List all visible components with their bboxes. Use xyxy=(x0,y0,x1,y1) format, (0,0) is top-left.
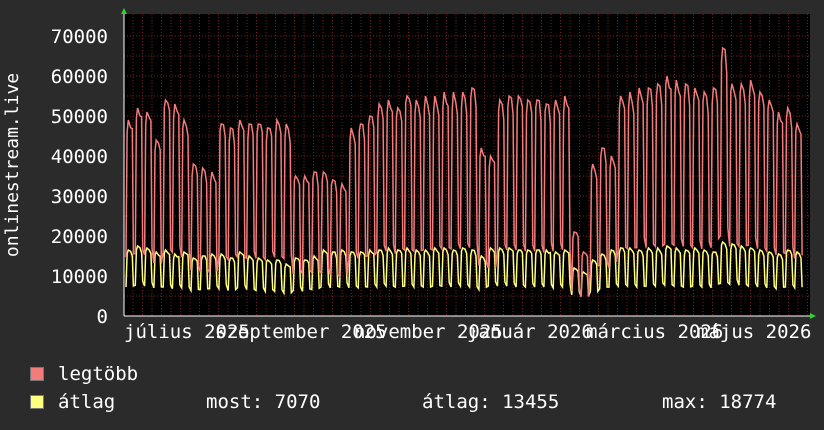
stat-atlag-value: 13455 xyxy=(502,391,560,413)
legtobb-swatch-icon xyxy=(30,367,44,381)
stat-max: max: 18774 xyxy=(662,391,776,413)
legend-item-atlag: átlag xyxy=(30,391,115,413)
x-axis-ticks: július 2025szeptember 2025november 2025j… xyxy=(124,321,811,343)
stat-most: most: 7070 xyxy=(206,391,320,413)
stat-max-label: max: xyxy=(662,391,708,413)
y-axis-arrow-icon xyxy=(121,8,127,14)
stat-max-value: 18774 xyxy=(719,391,777,413)
y-axis-label: onlinestream.live xyxy=(2,73,23,257)
x-tick-label: január 2026 xyxy=(467,321,593,343)
x-tick-label: május 2026 xyxy=(697,321,811,343)
stat-atlag: átlag: 13455 xyxy=(422,391,559,413)
x-axis-arrow-icon xyxy=(810,313,816,319)
stat-most-label: most: xyxy=(206,391,264,413)
y-axis-ticks: 0 10000 20000 30000 40000 50000 60000 70000 xyxy=(51,26,108,328)
stat-most-value: 7070 xyxy=(274,391,321,413)
y-tick-label: 20000 xyxy=(51,226,108,248)
y-tick-label: 50000 xyxy=(51,106,108,128)
stat-atlag-label: átlag: xyxy=(422,391,491,413)
legend-label-atlag: átlag xyxy=(58,391,116,413)
y-tick-label: 0 xyxy=(97,306,108,328)
y-tick-label: 30000 xyxy=(51,186,108,208)
legend-item-legtobb: legtöbb xyxy=(30,363,138,385)
y-tick-label: 40000 xyxy=(51,146,108,168)
y-tick-label: 60000 xyxy=(51,66,108,88)
legend-label-legtobb: legtöbb xyxy=(58,363,139,385)
y-tick-label: 10000 xyxy=(51,266,108,288)
y-tick-label: 70000 xyxy=(51,26,108,48)
atlag-swatch-icon xyxy=(30,395,44,409)
